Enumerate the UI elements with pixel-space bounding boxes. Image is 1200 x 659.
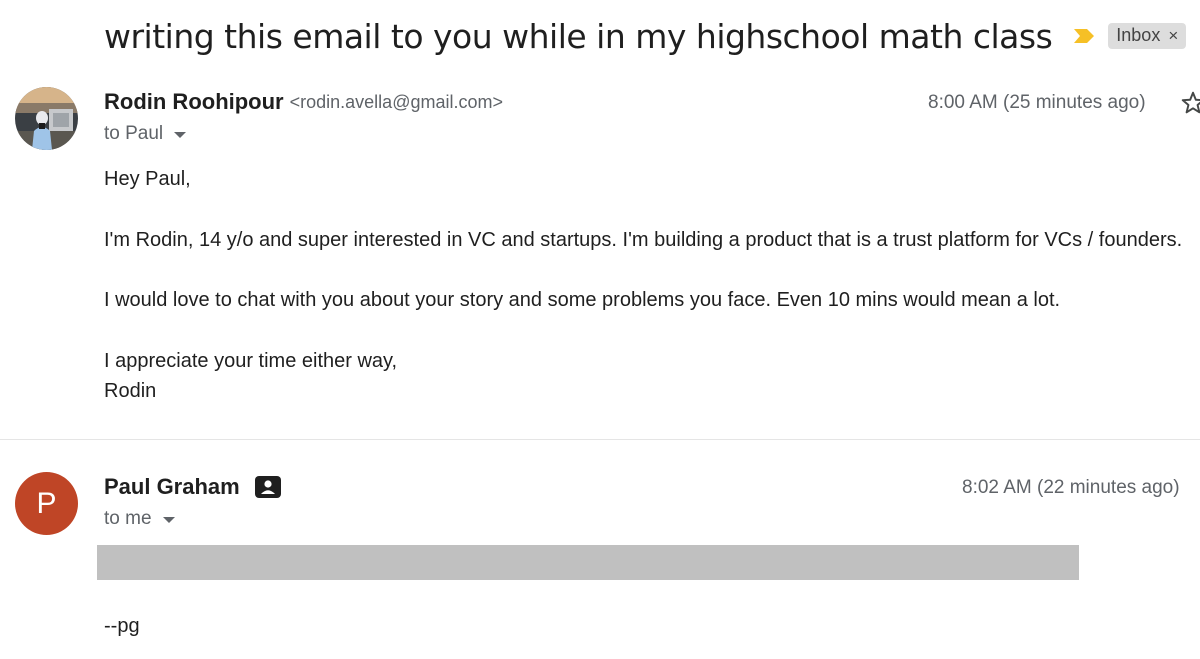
important-marker-icon[interactable] (1072, 26, 1096, 46)
recipient-dropdown[interactable]: to Paul (104, 123, 187, 145)
recipient-text: to Paul (104, 123, 164, 144)
recipient-dropdown[interactable]: to me (104, 508, 175, 530)
message-timestamp: 8:00 AM (25 minutes ago) (928, 92, 1146, 113)
email-subject: writing this email to you while in my hi… (104, 16, 1053, 56)
message-signature: Rodin (104, 380, 157, 402)
sender-name[interactable]: Paul Graham (104, 474, 240, 500)
star-icon[interactable] (1180, 90, 1200, 116)
sender-line: Paul Graham (104, 474, 282, 500)
message-paragraph: I would love to chat with you about your… (104, 289, 1061, 311)
avatar[interactable] (15, 87, 78, 150)
message-signature: --pg (104, 615, 140, 637)
close-icon[interactable]: × (1168, 27, 1178, 44)
message-timestamp: 8:02 AM (22 minutes ago) (962, 477, 1180, 498)
chevron-down-icon[interactable] (162, 517, 175, 523)
message-paragraph: I'm Rodin, 14 y/o and super interested i… (104, 229, 1183, 251)
sender-line: Rodin Roohipour <rodin.avella@gmail.com> (104, 89, 503, 115)
sender-email: <rodin.avella@gmail.com> (289, 91, 503, 112)
inbox-label-text: Inbox (1116, 25, 1161, 45)
inbox-label-chip[interactable]: Inbox × (1108, 23, 1187, 49)
recipient-text: to me (104, 508, 152, 529)
avatar[interactable]: P (15, 472, 78, 535)
message-closing: I appreciate your time either way, (104, 350, 398, 372)
redacted-message-text (97, 545, 1079, 580)
contact-card-icon[interactable] (254, 475, 282, 499)
avatar-photo-icon (15, 87, 78, 150)
sender-name[interactable]: Rodin Roohipour (104, 89, 284, 115)
chevron-down-icon[interactable] (174, 132, 187, 138)
message-divider (0, 439, 1200, 440)
message-greeting: Hey Paul, (104, 168, 191, 190)
subject-row: writing this email to you while in my hi… (104, 14, 1187, 58)
